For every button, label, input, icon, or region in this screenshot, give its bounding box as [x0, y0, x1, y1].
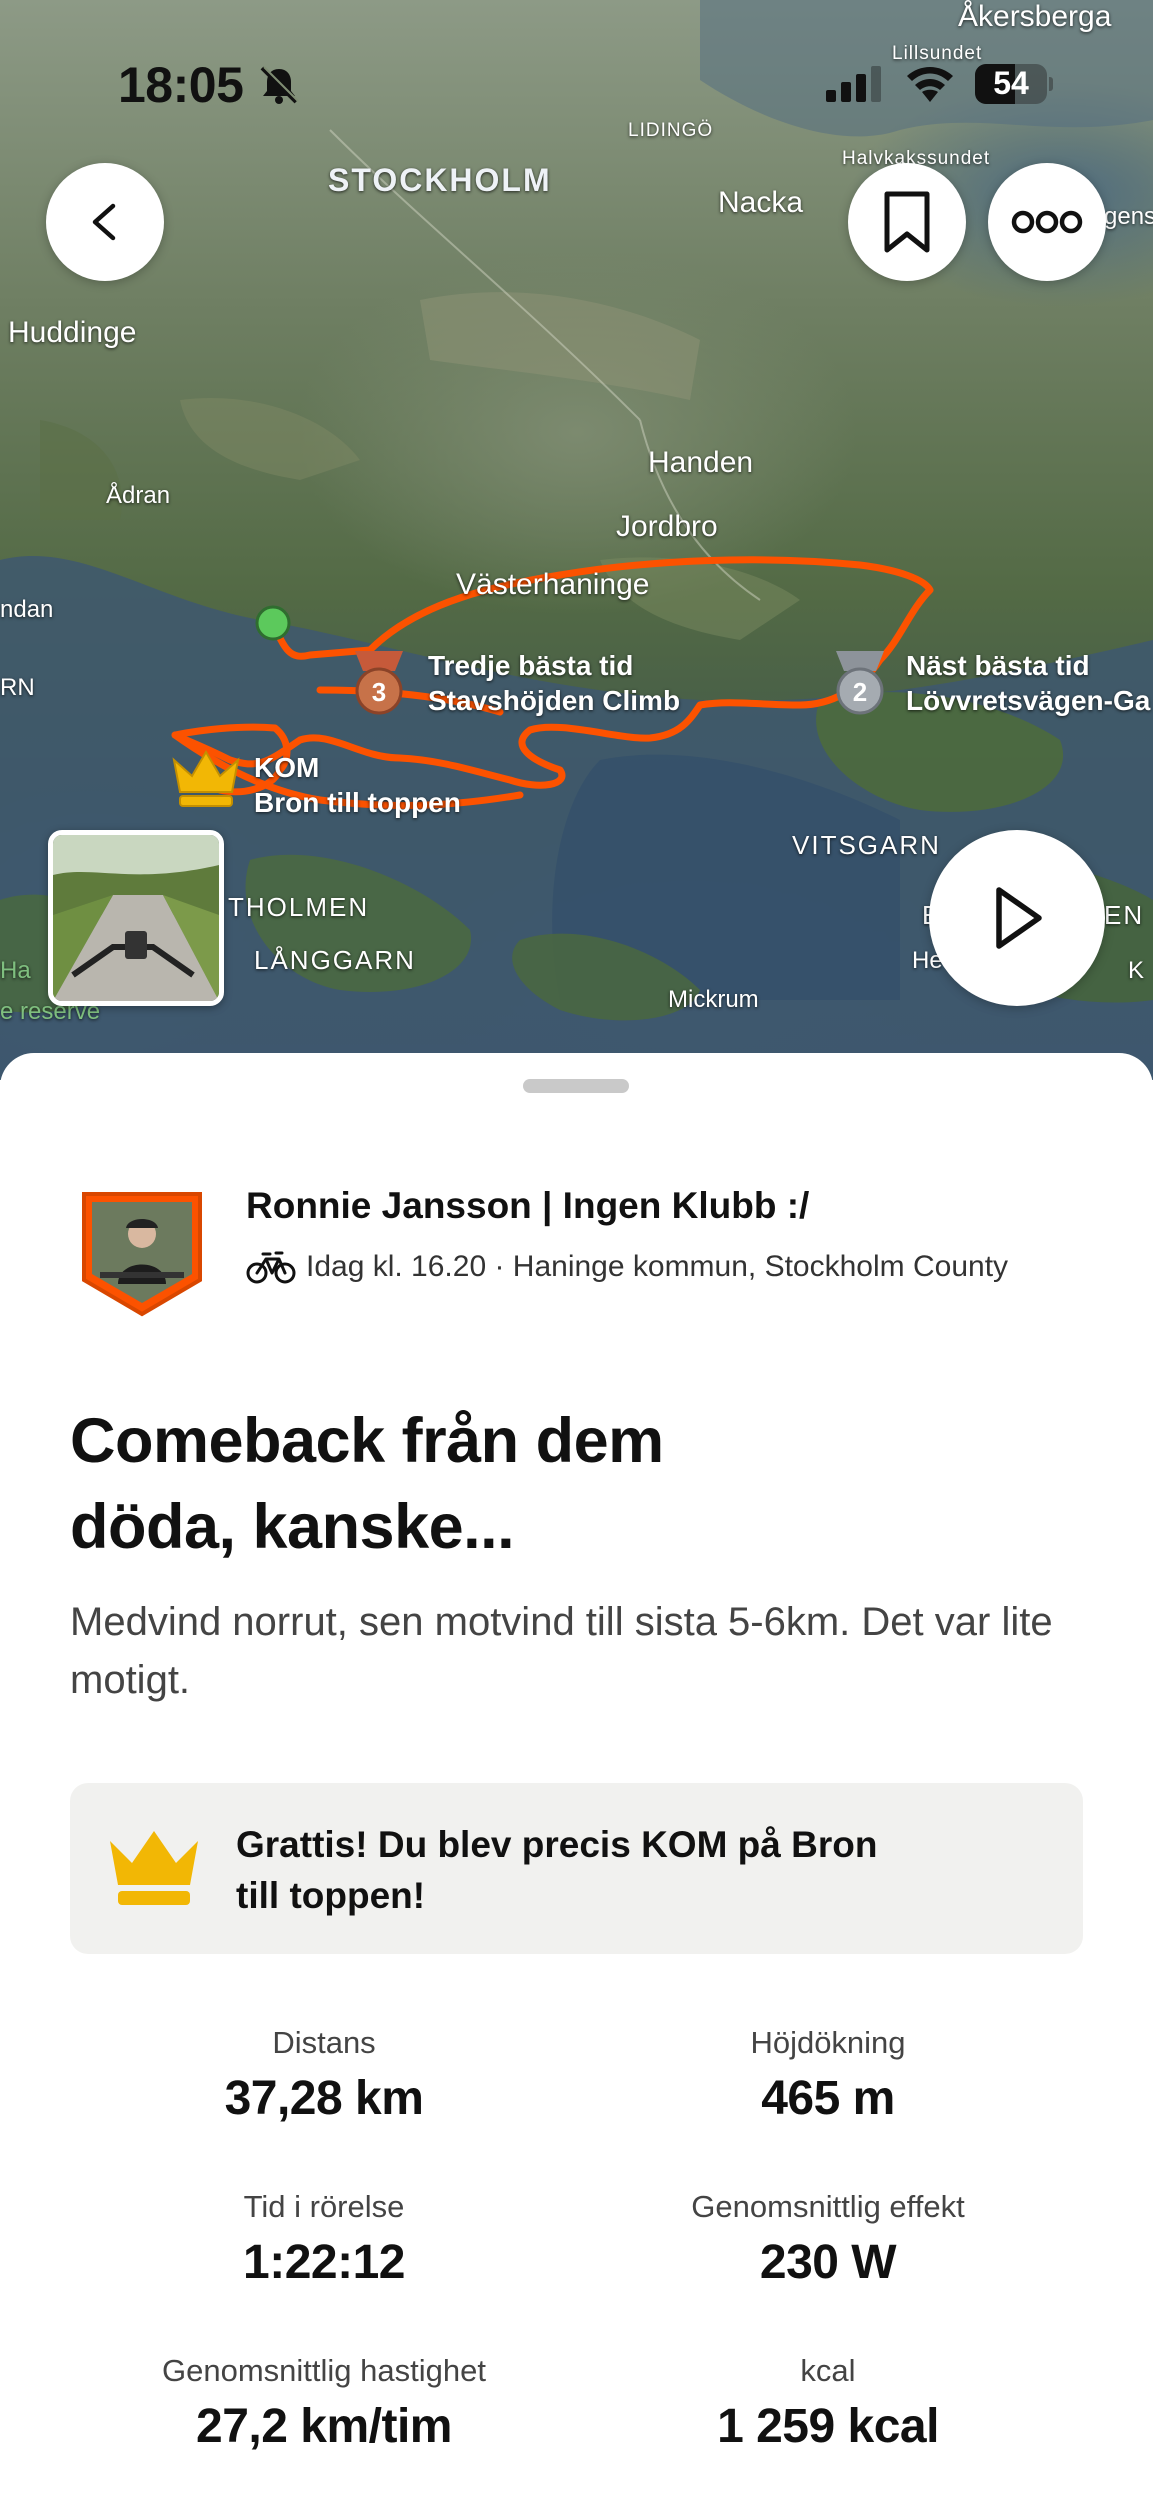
segment-name-text: Bron till toppen	[254, 787, 461, 818]
stat-avg-speed: Genomsnittlig hastighet 27,2 km/tim	[64, 2353, 584, 2454]
achievement-text: Grattis! Du blev precis KOM på Bron till…	[236, 1824, 878, 1916]
stat-label: Höjdökning	[750, 2025, 906, 2060]
map-label: Nacka	[718, 186, 804, 219]
segment-name-text: Lövvretsvägen-Ga	[906, 685, 1151, 716]
stat-avg-power: Genomsnittlig effekt 230 W	[568, 2189, 1088, 2290]
bike-icon	[246, 1251, 296, 1284]
map-label: ndan	[0, 596, 54, 623]
play-flyover-button[interactable]	[929, 830, 1105, 1006]
map-label: EN	[1104, 900, 1145, 930]
map-label: Handen	[648, 446, 754, 479]
bookmark-icon	[884, 191, 930, 253]
route-start-marker	[255, 605, 291, 641]
stat-label: Tid i rörelse	[243, 2189, 405, 2224]
stat-calories: kcal 1 259 kcal	[568, 2353, 1088, 2454]
activity-photo	[53, 835, 219, 1001]
map-label: Ha	[0, 957, 31, 984]
map-label: STOCKHOLM	[328, 162, 552, 198]
play-icon	[996, 887, 1042, 949]
stat-value: 37,28 km	[224, 2072, 424, 2125]
map-label: Ådran	[106, 482, 171, 509]
map-label: Mickrum	[668, 986, 759, 1013]
achievement-card[interactable]: Grattis! Du blev precis KOM på Bron till…	[70, 1783, 1083, 1954]
segment-rank-text: Näst bästa tid	[906, 650, 1090, 681]
stat-label: kcal	[800, 2353, 856, 2388]
more-options-button[interactable]	[988, 163, 1106, 281]
stat-moving-time: Tid i rörelse 1:22:12	[64, 2189, 584, 2290]
stat-elevation: Höjdökning 465 m	[568, 2025, 1088, 2126]
chevron-left-icon	[92, 203, 116, 241]
map-label: K	[1128, 957, 1145, 984]
segment-name-text: Stavshöjden Climb	[428, 685, 681, 716]
map-label: Åkersberga	[958, 0, 1112, 33]
activity-title: Comeback från dem döda, kanske...	[70, 1406, 664, 1562]
map-label: RN	[0, 674, 35, 701]
battery-icon: 54	[975, 64, 1053, 104]
segment-label-kom[interactable]: KOM Bron till toppen	[254, 750, 461, 820]
stat-value: 230 W	[759, 2236, 897, 2289]
status-time: 18:05	[118, 57, 244, 113]
svg-text:3: 3	[372, 677, 386, 707]
stat-value: 27,2 km/tim	[196, 2400, 452, 2453]
segment-rank-text: KOM	[254, 752, 320, 783]
map-label: VITSGARN	[792, 830, 941, 860]
stat-value: 1:22:12	[243, 2236, 405, 2289]
wifi-icon	[907, 67, 953, 102]
save-route-button[interactable]	[848, 163, 966, 281]
athlete-avatar[interactable]	[80, 1188, 204, 1318]
route-map[interactable]: 3 2 Åkersberga Lillsundet LIDINGÖ STOCKH…	[0, 0, 1153, 1080]
stat-label: Distans	[272, 2025, 376, 2060]
stat-label: Genomsnittlig effekt	[691, 2189, 965, 2224]
activity-description: Medvind norrut, sen motvind till sista 5…	[70, 1600, 1053, 1702]
map-label: Västerhaninge	[456, 568, 650, 601]
map-label: Jordbro	[616, 510, 718, 543]
crown-icon	[110, 1831, 198, 1905]
bell-muted-icon	[260, 66, 299, 104]
map-label: Huddinge	[8, 316, 137, 349]
medal-3-icon: 3	[355, 651, 403, 715]
segment-label-third[interactable]: Tredje bästa tid Stavshöjden Climb	[428, 648, 680, 718]
activity-meta: Idag kl. 16.20 · Haninge kommun, Stockho…	[246, 1249, 1008, 1285]
athlete-name[interactable]: Ronnie Jansson | Ingen Klubb :/	[246, 1185, 809, 1227]
battery-level: 54	[993, 65, 1029, 101]
cellular-signal-icon	[826, 66, 881, 102]
more-dots-icon	[1011, 210, 1083, 234]
stat-label: Genomsnittlig hastighet	[162, 2353, 486, 2388]
map-label: LÅNGGARN	[254, 945, 416, 975]
stat-distance: Distans 37,28 km	[64, 2025, 584, 2126]
medal-2-icon: 2	[836, 651, 884, 715]
back-button[interactable]	[46, 163, 164, 281]
map-label: gens	[1104, 203, 1153, 230]
svg-text:2: 2	[853, 677, 867, 707]
map-label: LIDINGÖ	[628, 120, 714, 141]
segment-rank-text: Tredje bästa tid	[428, 650, 634, 681]
map-label: THOLMEN	[228, 892, 370, 922]
activity-meta-text: Idag kl. 16.20 · Haninge kommun, Stockho…	[306, 1250, 1009, 1283]
activity-detail-sheet[interactable]: Ronnie Jansson | Ingen Klubb :/ Idag kl.…	[0, 1053, 1153, 2500]
segment-label-second[interactable]: Näst bästa tid Lövvretsvägen-Ga	[906, 648, 1150, 718]
activity-photo-thumbnail[interactable]	[48, 830, 224, 1006]
stat-value: 1 259 kcal	[717, 2400, 939, 2453]
sheet-drag-handle[interactable]	[523, 1079, 629, 1093]
stat-value: 465 m	[761, 2072, 895, 2125]
